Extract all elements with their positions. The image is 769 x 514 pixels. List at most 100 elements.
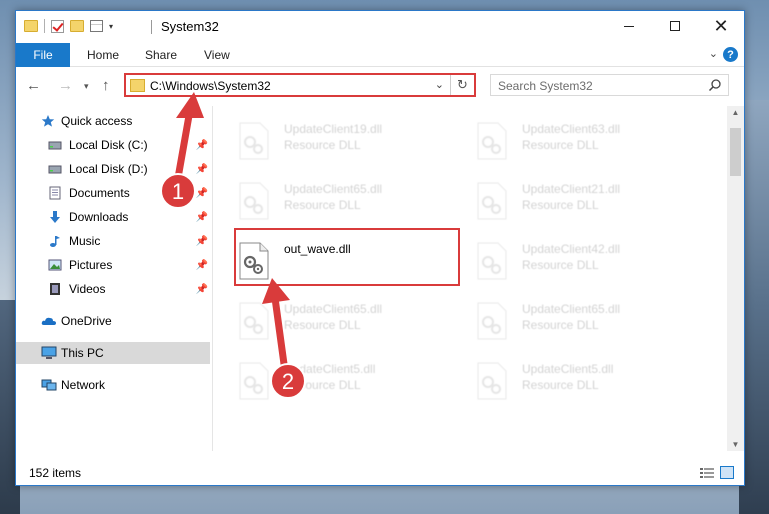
pin-icon[interactable]: 📌 bbox=[196, 212, 208, 223]
expand-ribbon-icon[interactable]: ⌄ bbox=[709, 47, 718, 60]
tab-file[interactable]: File bbox=[16, 43, 70, 67]
search-icon[interactable] bbox=[708, 78, 722, 92]
videos-icon bbox=[50, 283, 60, 295]
sidebar-item-downloads[interactable]: Downloads 📌 bbox=[16, 206, 210, 228]
toolbar-divider bbox=[44, 19, 45, 33]
back-button[interactable]: ← bbox=[26, 77, 41, 94]
file-item[interactable]: UpdateClient19.dll Resource DLL bbox=[216, 116, 436, 168]
maximize-button[interactable] bbox=[652, 11, 698, 41]
pin-icon[interactable]: 📌 bbox=[196, 164, 208, 175]
properties-icon[interactable] bbox=[90, 20, 103, 32]
file-type: Resource DLL bbox=[522, 138, 599, 152]
file-item[interactable]: UpdateClient65.dll Resource DLL bbox=[216, 176, 436, 228]
quick-access-toolbar: ▾ bbox=[24, 19, 113, 33]
sidebar-item-label: This PC bbox=[61, 346, 104, 360]
file-item[interactable]: UpdateClient5.dll Resource DLL bbox=[454, 356, 674, 408]
title-bar: ▾ System32 ✕ bbox=[16, 11, 744, 43]
file-name: UpdateClient63.dll bbox=[522, 122, 621, 136]
network-icon bbox=[41, 379, 57, 391]
pin-icon[interactable]: 📌 bbox=[196, 188, 208, 199]
dll-file-icon bbox=[239, 302, 269, 340]
properties-check-icon[interactable] bbox=[51, 19, 64, 33]
pane-divider[interactable] bbox=[212, 106, 213, 451]
file-item[interactable]: UpdateClient42.dll Resource DLL bbox=[454, 236, 674, 288]
sidebar-item-label: Quick access bbox=[61, 114, 133, 128]
details-view-icon[interactable] bbox=[700, 467, 714, 479]
title-divider bbox=[151, 20, 152, 34]
sidebar-item-music[interactable]: Music 📌 bbox=[16, 230, 210, 252]
dll-file-icon bbox=[477, 302, 507, 340]
close-button[interactable]: ✕ bbox=[698, 11, 744, 41]
file-name: UpdateClient65.dll bbox=[284, 302, 383, 316]
pictures-icon bbox=[48, 259, 62, 271]
new-folder-icon[interactable] bbox=[70, 20, 84, 32]
sidebar-item-documents[interactable]: Documents 📌 bbox=[16, 182, 210, 204]
customize-toolbar-icon[interactable]: ▾ bbox=[109, 22, 113, 31]
sidebar-item-pictures[interactable]: Pictures 📌 bbox=[16, 254, 210, 276]
pin-icon[interactable]: 📌 bbox=[196, 140, 208, 151]
navigation-pane: Quick access Local Disk (C:) 📌 Local Dis… bbox=[16, 106, 212, 451]
dll-file-icon bbox=[477, 182, 507, 220]
large-icons-view-icon[interactable] bbox=[720, 466, 734, 479]
sidebar-item-quick-access[interactable]: Quick access bbox=[16, 110, 210, 132]
sidebar-item-network[interactable]: Network bbox=[16, 374, 210, 396]
file-type: Resource DLL bbox=[284, 318, 361, 332]
sidebar-item-this-pc[interactable]: This PC bbox=[16, 342, 210, 364]
file-type: Resource DLL bbox=[284, 198, 361, 212]
help-icon[interactable]: ? bbox=[723, 47, 738, 62]
file-name: UpdateClient19.dll bbox=[284, 122, 383, 136]
address-path[interactable]: C:\Windows\System32 bbox=[150, 79, 271, 93]
file-name: UpdateClient5.dll bbox=[284, 362, 376, 376]
file-name: UpdateClient42.dll bbox=[522, 242, 621, 256]
scroll-thumb[interactable] bbox=[730, 128, 741, 176]
pin-icon[interactable]: 📌 bbox=[196, 260, 208, 271]
pin-icon[interactable]: 📌 bbox=[196, 236, 208, 247]
dll-file-icon bbox=[477, 242, 507, 280]
sidebar-item-label: Network bbox=[61, 378, 106, 392]
sidebar-item-label: Local Disk (D:) bbox=[69, 162, 148, 176]
file-name: UpdateClient65.dll bbox=[522, 302, 621, 316]
sidebar-item-local-disk-d[interactable]: Local Disk (D:) 📌 bbox=[16, 158, 210, 180]
file-type: Resource DLL bbox=[284, 378, 361, 392]
search-placeholder: Search System32 bbox=[498, 79, 593, 93]
up-button[interactable]: ↑ bbox=[102, 77, 110, 94]
status-bar: 152 items bbox=[16, 461, 744, 485]
file-item[interactable]: UpdateClient65.dll Resource DLL bbox=[454, 296, 674, 348]
address-bar[interactable]: C:\Windows\System32 ⌄ ↻ bbox=[124, 73, 476, 97]
file-name: UpdateClient65.dll bbox=[284, 182, 383, 196]
pin-icon[interactable]: 📌 bbox=[196, 284, 208, 295]
file-type: Resource DLL bbox=[522, 318, 599, 332]
sidebar-item-label: Local Disk (C:) bbox=[69, 138, 148, 152]
sidebar-item-label: OneDrive bbox=[61, 314, 112, 328]
sidebar-item-local-disk-c[interactable]: Local Disk (C:) 📌 bbox=[16, 134, 210, 156]
file-item[interactable]: UpdateClient21.dll Resource DLL bbox=[454, 176, 674, 228]
vertical-scrollbar[interactable]: ▲ ▼ bbox=[727, 106, 744, 451]
tab-home[interactable]: Home bbox=[87, 43, 119, 67]
scroll-up-arrow-icon[interactable]: ▲ bbox=[727, 108, 744, 117]
file-item[interactable]: UpdateClient65.dll Resource DLL bbox=[216, 296, 436, 348]
sidebar-item-videos[interactable]: Videos 📌 bbox=[16, 278, 210, 300]
dll-file-icon bbox=[477, 122, 507, 160]
minimize-button[interactable] bbox=[606, 11, 652, 41]
sidebar-item-onedrive[interactable]: OneDrive bbox=[16, 310, 210, 332]
file-type: Resource DLL bbox=[522, 378, 599, 392]
tab-view[interactable]: View bbox=[204, 43, 230, 67]
address-history-chevron-icon[interactable]: ⌄ bbox=[435, 78, 444, 91]
download-icon bbox=[50, 211, 60, 223]
file-item[interactable]: UpdateClient63.dll Resource DLL bbox=[454, 116, 674, 168]
refresh-button[interactable]: ↻ bbox=[450, 75, 474, 95]
search-input[interactable]: Search System32 bbox=[490, 74, 729, 96]
computer-icon bbox=[41, 346, 57, 359]
recent-locations-button[interactable]: ▾ bbox=[84, 81, 89, 92]
drive-icon bbox=[48, 165, 62, 174]
dll-file-icon bbox=[477, 362, 507, 400]
tab-share[interactable]: Share bbox=[145, 43, 177, 67]
highlight-box bbox=[234, 228, 460, 286]
forward-button[interactable]: → bbox=[58, 77, 73, 94]
sidebar-item-label: Downloads bbox=[69, 210, 129, 224]
drive-icon bbox=[48, 141, 62, 150]
maximize-icon bbox=[670, 21, 680, 31]
scroll-down-arrow-icon[interactable]: ▼ bbox=[727, 440, 744, 449]
file-name: UpdateClient5.dll bbox=[522, 362, 614, 376]
file-item[interactable]: UpdateClient5.dll Resource DLL bbox=[216, 356, 436, 408]
